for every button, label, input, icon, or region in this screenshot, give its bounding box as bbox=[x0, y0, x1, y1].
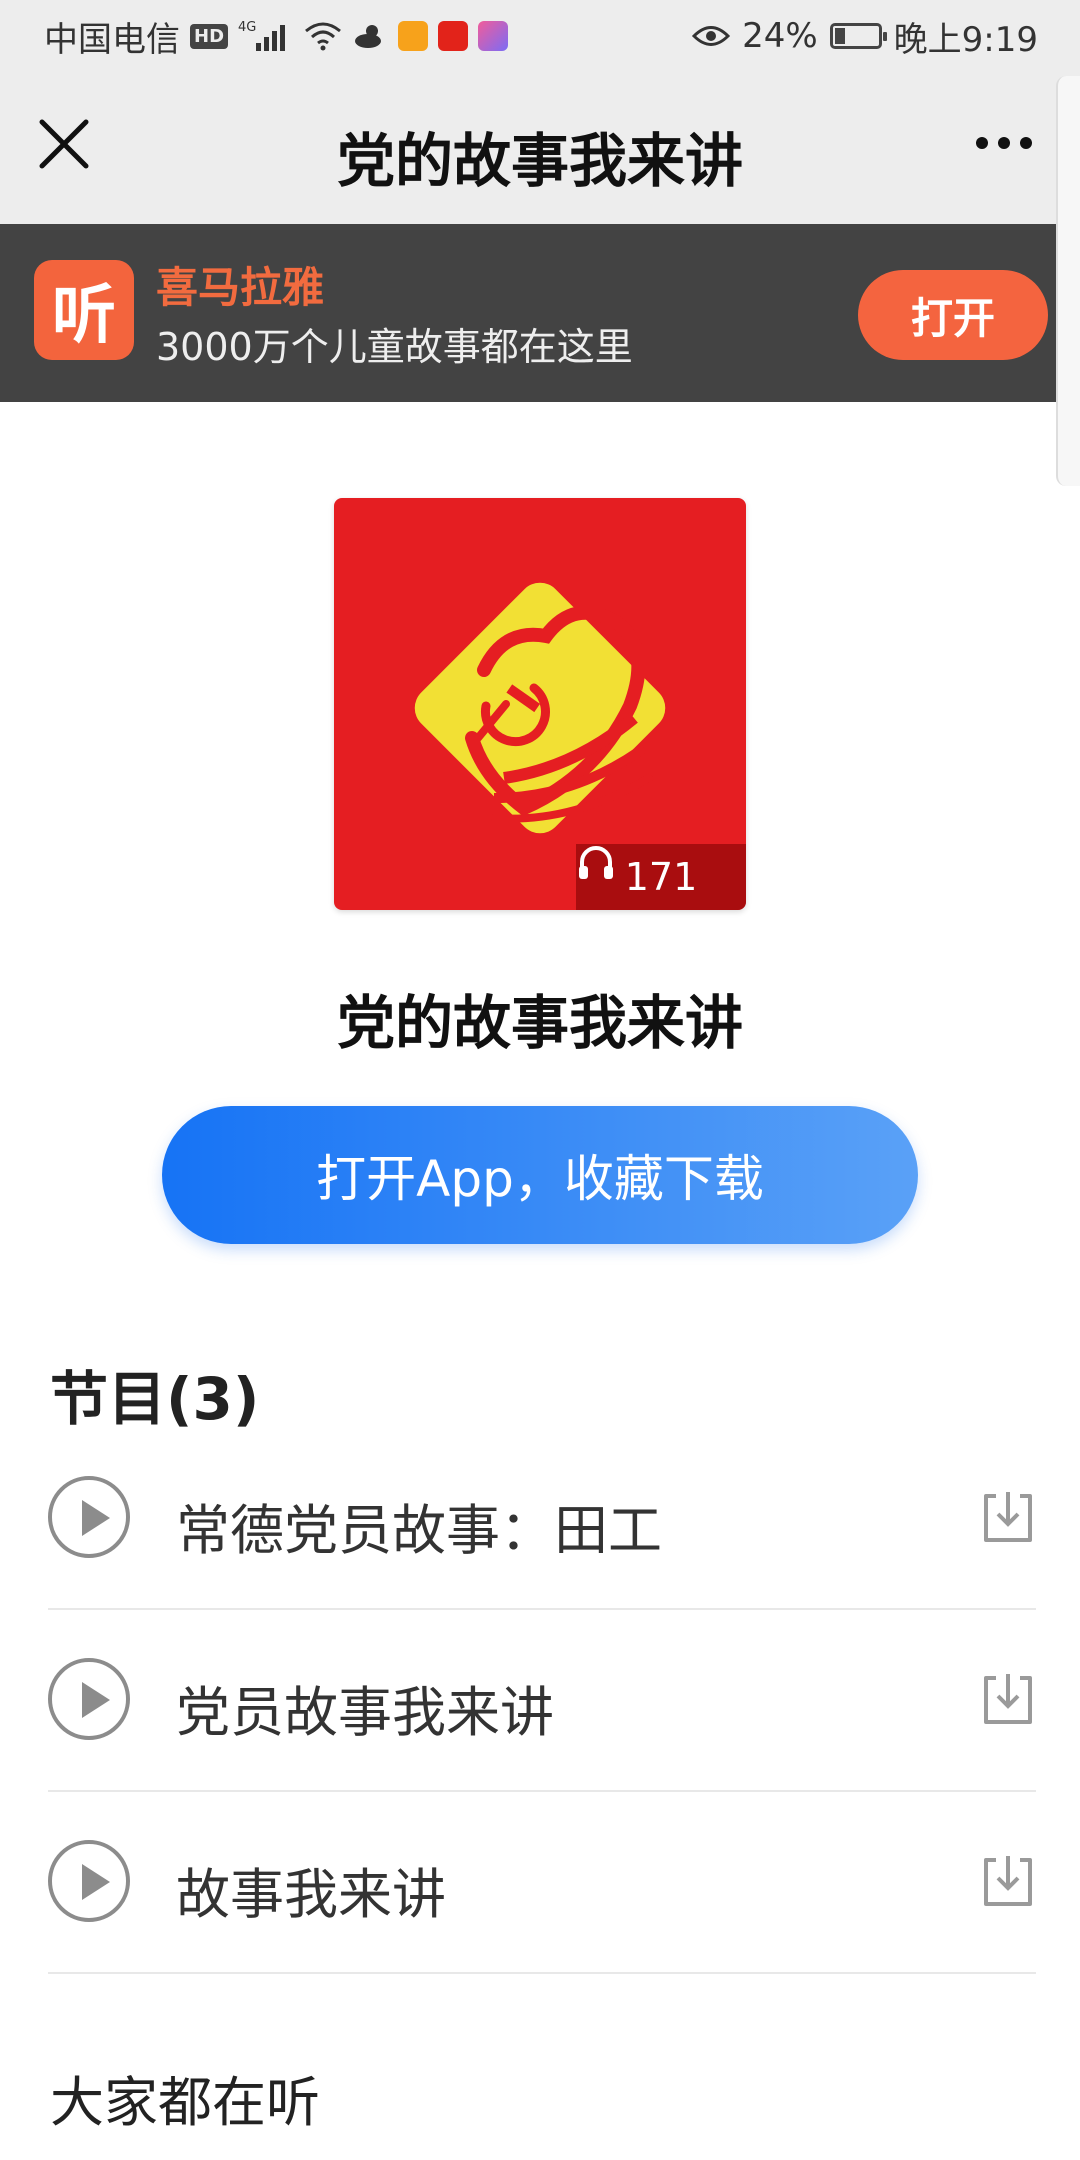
download-icon[interactable] bbox=[980, 1486, 1036, 1546]
open-app-collect-download-button[interactable]: 打开App，收藏下载 bbox=[162, 1106, 918, 1244]
page-title: 党的故事我来讲 bbox=[336, 127, 743, 195]
album-cover[interactable]: 171 bbox=[334, 498, 746, 910]
battery-icon bbox=[829, 23, 887, 49]
episodes-heading: 节目(3) bbox=[50, 1365, 260, 1433]
play-count: 171 bbox=[576, 844, 746, 910]
scroll-indicator bbox=[1056, 76, 1080, 486]
video-app-icon bbox=[398, 21, 429, 51]
network-type-label: 4G bbox=[238, 20, 256, 35]
album-title: 党的故事我来讲 bbox=[336, 989, 743, 1057]
nav-bar: 党的故事我来讲 bbox=[0, 72, 1080, 224]
play-icon[interactable] bbox=[48, 1658, 130, 1740]
map-app-icon bbox=[478, 21, 509, 51]
status-bar: 中国电信 HD 4G 24% 晚上9:19 bbox=[0, 0, 1080, 72]
wifi-icon bbox=[304, 21, 342, 51]
episode-title[interactable]: 故事我来讲 bbox=[176, 1850, 446, 1929]
episode-title[interactable]: 常德党员故事：田工 bbox=[176, 1486, 662, 1565]
more-icon[interactable] bbox=[976, 128, 1040, 158]
download-icon[interactable] bbox=[980, 1850, 1036, 1910]
hd-icon: HD bbox=[190, 23, 229, 49]
carrier-label: 中国电信 bbox=[44, 19, 180, 60]
play-count-value: 171 bbox=[624, 855, 698, 899]
episode-row[interactable]: 常德党员故事：田工 bbox=[48, 1428, 1036, 1610]
episode-row[interactable]: 故事我来讲 bbox=[48, 1792, 1036, 1974]
download-icon[interactable] bbox=[980, 1668, 1036, 1728]
status-right: 24% 晚上9:19 bbox=[692, 0, 1038, 72]
status-left: 中国电信 HD 4G bbox=[44, 0, 509, 72]
open-app-button[interactable]: 打开 bbox=[858, 270, 1048, 360]
signal-icon: 4G bbox=[238, 19, 294, 53]
episode-title[interactable]: 党员故事我来讲 bbox=[176, 1668, 554, 1747]
headphones-icon bbox=[579, 846, 613, 879]
battery-percent: 24% bbox=[742, 16, 818, 56]
recommend-heading: 大家都在听 bbox=[50, 2071, 320, 2134]
app-download-banner: 听 喜马拉雅 3000万个儿童故事都在这里 打开 bbox=[0, 224, 1080, 402]
app-name: 喜马拉雅 bbox=[156, 263, 325, 312]
shopping-app-icon bbox=[438, 21, 469, 51]
divider bbox=[48, 1972, 1036, 1974]
play-icon[interactable] bbox=[48, 1476, 130, 1558]
clock: 晚上9:19 bbox=[893, 19, 1038, 60]
episode-row[interactable]: 党员故事我来讲 bbox=[48, 1610, 1036, 1792]
play-icon[interactable] bbox=[48, 1840, 130, 1922]
weather-icon bbox=[352, 21, 388, 51]
app-logo: 听 bbox=[34, 260, 134, 360]
eye-icon bbox=[692, 23, 731, 49]
app-slogan: 3000万个儿童故事都在这里 bbox=[156, 325, 633, 369]
